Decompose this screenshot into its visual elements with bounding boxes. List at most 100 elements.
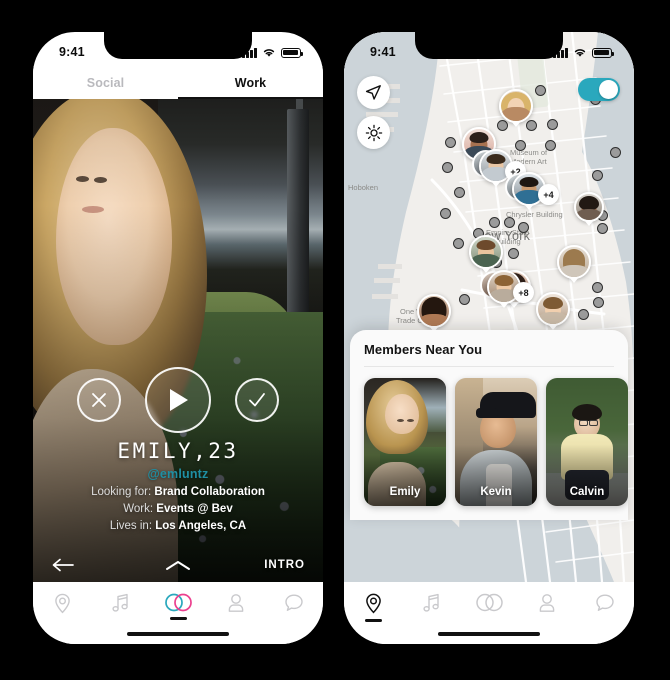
profile-video[interactable]: EMILY,23 @emluntz Looking for: Brand Col… bbox=[33, 99, 323, 582]
settings-button[interactable] bbox=[357, 116, 390, 149]
close-icon bbox=[92, 393, 106, 407]
avatar bbox=[536, 292, 570, 326]
person-icon bbox=[539, 594, 555, 612]
play-icon bbox=[170, 389, 188, 411]
tab-work[interactable]: Work bbox=[178, 66, 323, 99]
phone-left: 9:41 Social Work EMILY,23 @emluntz Looki… bbox=[33, 32, 323, 644]
profile-row-work: Work: Events @ Bev bbox=[33, 503, 323, 515]
map-dot[interactable] bbox=[597, 223, 608, 234]
segmented-tabs: Social Work bbox=[33, 66, 323, 99]
map-dot[interactable] bbox=[453, 238, 464, 249]
map-dot[interactable] bbox=[445, 137, 456, 148]
avatar bbox=[574, 192, 604, 222]
battery-icon bbox=[592, 47, 615, 58]
cluster-count: +4 bbox=[538, 184, 559, 205]
map-dot[interactable] bbox=[504, 217, 515, 228]
map-dot[interactable] bbox=[592, 170, 603, 181]
location-pin-icon bbox=[365, 593, 381, 614]
chevron-up-icon[interactable] bbox=[165, 559, 191, 572]
map-dot[interactable] bbox=[593, 297, 604, 308]
notch bbox=[104, 32, 252, 59]
nav-profile[interactable] bbox=[213, 593, 259, 621]
nav-profile[interactable] bbox=[524, 593, 570, 621]
tab-work-label: Work bbox=[234, 75, 267, 90]
work-label: Work: bbox=[123, 503, 154, 515]
sheet-divider bbox=[364, 366, 614, 367]
map-dot[interactable] bbox=[518, 222, 529, 233]
member-pin[interactable] bbox=[469, 235, 503, 269]
profile-info: EMILY,23 @emluntz Looking for: Brand Col… bbox=[33, 439, 323, 532]
action-buttons bbox=[33, 367, 323, 433]
work-value: Events @ Bev bbox=[156, 503, 233, 515]
tab-social-label: Social bbox=[86, 75, 125, 90]
home-indicator bbox=[127, 631, 229, 636]
lives-in-value: Los Angeles, CA bbox=[155, 520, 247, 532]
profile-row-lives-in: Lives in: Los Angeles, CA bbox=[33, 520, 323, 532]
member-pin[interactable] bbox=[557, 245, 591, 279]
map-dot[interactable] bbox=[578, 309, 589, 320]
nav-music[interactable] bbox=[408, 593, 454, 621]
cluster-count: +8 bbox=[513, 282, 534, 303]
check-icon bbox=[249, 393, 265, 407]
member-pin[interactable] bbox=[417, 294, 451, 328]
avatar bbox=[557, 245, 591, 279]
map-view[interactable]: Hoboken Museum of Modern Art Chrysler Bu… bbox=[344, 32, 634, 582]
map-dot[interactable] bbox=[440, 208, 451, 219]
member-pin[interactable] bbox=[536, 292, 570, 326]
profile-row-looking-for: Looking for: Brand Collaboration bbox=[33, 486, 323, 498]
avatar bbox=[417, 294, 451, 328]
member-pin[interactable] bbox=[574, 192, 604, 222]
phone-right: 9:41 Hoboken Museum of Modern Art Chrysl… bbox=[344, 32, 634, 644]
cluster-marker[interactable]: +8 bbox=[480, 270, 534, 304]
play-button[interactable] bbox=[145, 367, 211, 433]
intro-button[interactable]: INTRO bbox=[264, 559, 305, 571]
status-time: 9:41 bbox=[370, 45, 396, 59]
map-dot[interactable] bbox=[489, 217, 500, 228]
map-dot[interactable] bbox=[592, 282, 603, 293]
member-pin[interactable] bbox=[499, 89, 533, 123]
member-card[interactable]: Calvin bbox=[546, 378, 628, 506]
map-dot[interactable] bbox=[610, 147, 621, 158]
map-dot[interactable] bbox=[508, 248, 519, 259]
lives-in-label: Lives in: bbox=[109, 520, 153, 532]
nav-chat[interactable] bbox=[582, 593, 628, 621]
arrow-left-icon[interactable] bbox=[51, 558, 75, 572]
reject-button[interactable] bbox=[77, 378, 121, 422]
status-time: 9:41 bbox=[59, 45, 85, 59]
map-dot[interactable] bbox=[545, 140, 556, 151]
notch bbox=[415, 32, 563, 59]
cluster-marker[interactable]: +4 bbox=[505, 172, 559, 206]
looking-for-value: Brand Collaboration bbox=[154, 486, 265, 498]
profile-name: EMILY,23 bbox=[117, 439, 239, 463]
nav-matches[interactable] bbox=[155, 593, 201, 620]
accept-button[interactable] bbox=[235, 378, 279, 422]
nav-chat[interactable] bbox=[271, 593, 317, 621]
person-icon bbox=[228, 594, 244, 612]
music-note-icon bbox=[422, 593, 439, 612]
looking-for-label: Looking for: bbox=[91, 486, 152, 498]
nav-music[interactable] bbox=[97, 593, 143, 621]
map-dot[interactable] bbox=[459, 294, 470, 305]
visibility-toggle[interactable] bbox=[578, 78, 620, 101]
home-indicator bbox=[438, 631, 540, 636]
wifi-icon bbox=[263, 48, 275, 57]
map-dot[interactable] bbox=[535, 85, 546, 96]
chat-bubble-icon bbox=[596, 594, 614, 611]
map-dot[interactable] bbox=[547, 119, 558, 130]
nav-discover[interactable] bbox=[39, 593, 85, 622]
location-pin-icon bbox=[54, 593, 70, 614]
nav-discover[interactable] bbox=[350, 593, 396, 622]
profile-handle[interactable]: @emluntz bbox=[33, 467, 323, 481]
rings-icon bbox=[475, 593, 503, 612]
screenshot-canvas: 9:41 Social Work EMILY,23 @emluntz Looki… bbox=[0, 0, 670, 680]
map-dot[interactable] bbox=[515, 140, 526, 151]
gear-icon bbox=[365, 124, 382, 141]
map-dot[interactable] bbox=[454, 187, 465, 198]
member-card[interactable]: Kevin bbox=[455, 378, 537, 506]
tab-social[interactable]: Social bbox=[33, 66, 178, 99]
map-dot[interactable] bbox=[442, 162, 453, 173]
locate-button[interactable] bbox=[357, 76, 390, 109]
member-name: Kevin bbox=[480, 486, 512, 498]
nav-matches[interactable] bbox=[466, 593, 512, 620]
member-card[interactable]: Emily bbox=[364, 378, 446, 506]
